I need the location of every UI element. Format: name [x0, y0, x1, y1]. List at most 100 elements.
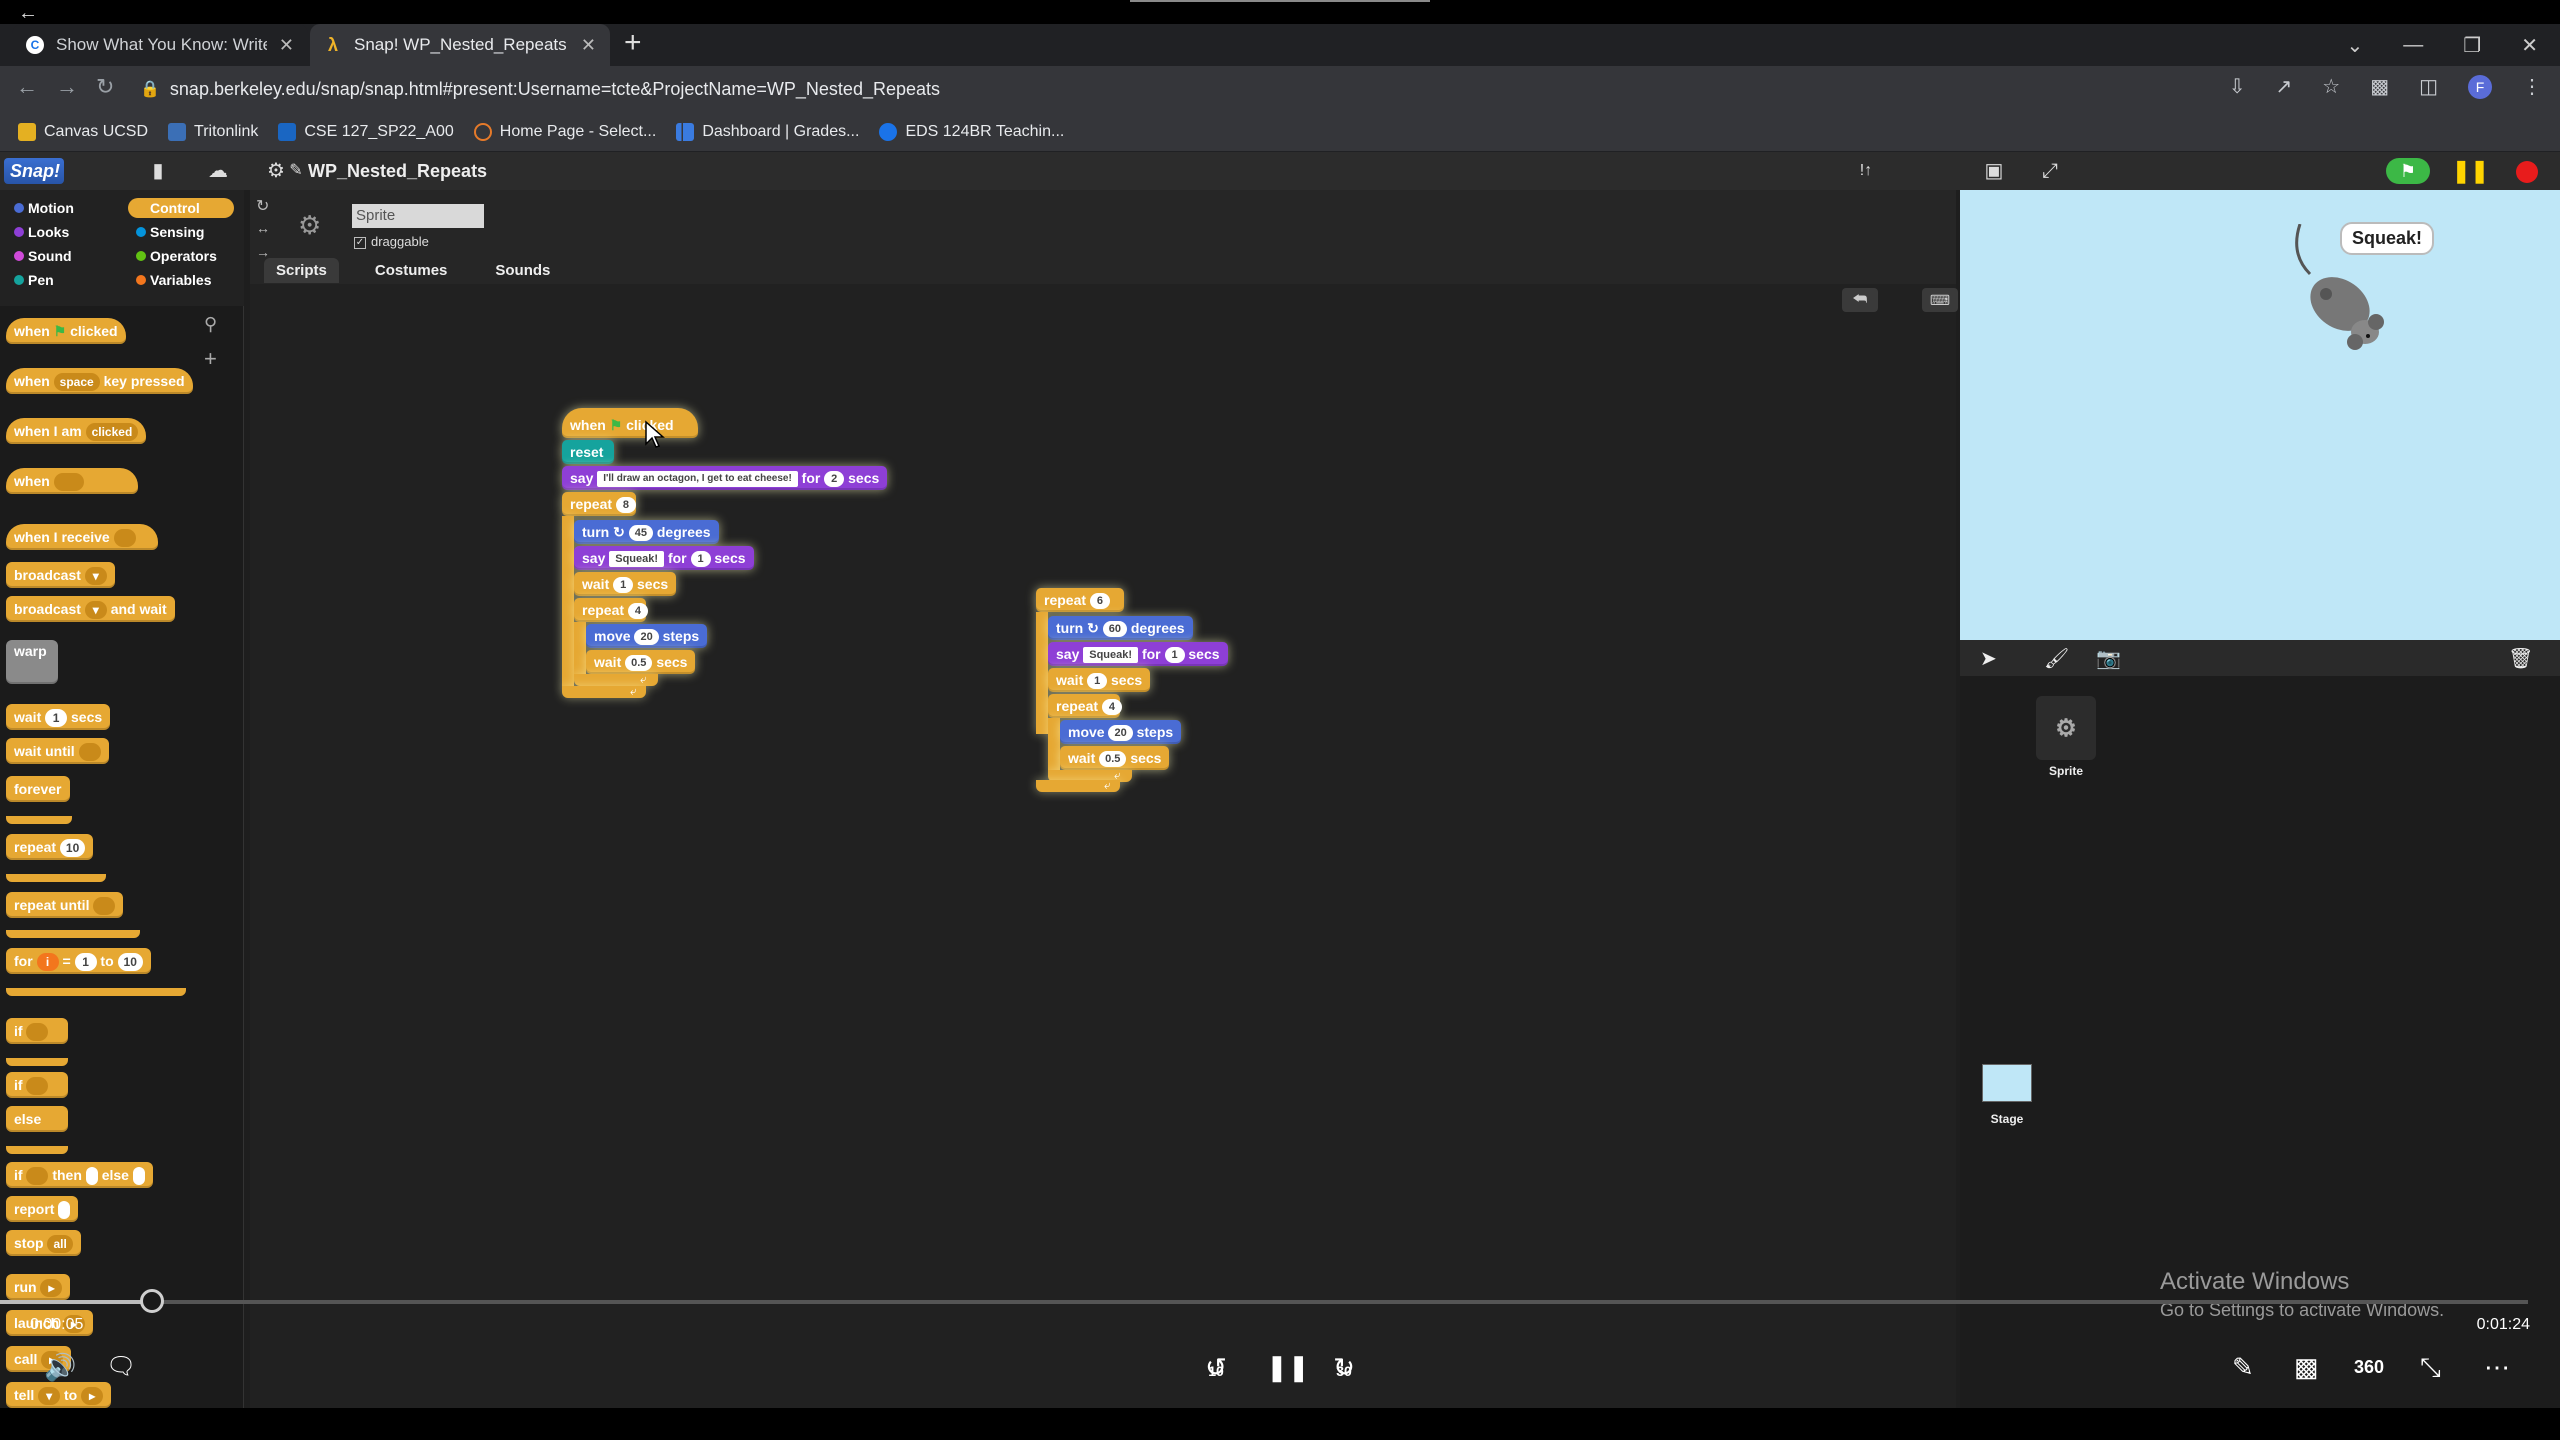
- palette-warp[interactable]: warp: [6, 640, 58, 684]
- reload-icon[interactable]: ↻: [96, 74, 114, 100]
- video-progress-bar[interactable]: [0, 1289, 2528, 1313]
- turtle-arrow-icon[interactable]: ➤: [1980, 646, 1997, 671]
- share-icon[interactable]: ↗: [2275, 74, 2292, 99]
- url-field[interactable]: 🔒 snap.berkeley.edu/snap/snap.html#prese…: [140, 72, 2240, 106]
- close-tab-icon[interactable]: ✕: [279, 35, 294, 56]
- search-blocks-icon[interactable]: ⚲: [204, 314, 217, 335]
- palette-run[interactable]: run ▸: [6, 1274, 71, 1300]
- say-squeak-block-2[interactable]: say Squeak! for 1 secs: [1048, 642, 1228, 666]
- snap-logo[interactable]: Snap!: [4, 158, 64, 184]
- wait-0-5-secs-block[interactable]: wait 0.5 secs: [586, 650, 696, 674]
- wait-1-secs-block-2[interactable]: wait 1 secs: [1048, 668, 1151, 692]
- tab-sounds[interactable]: Sounds: [483, 258, 562, 283]
- when-flag-clicked-block[interactable]: when ⚑ clicked: [562, 408, 698, 438]
- repeat-4-block[interactable]: repeat 4: [574, 598, 648, 622]
- sprite-name-field[interactable]: Sprite: [352, 204, 484, 228]
- palette-if[interactable]: if: [6, 1018, 68, 1044]
- say-squeak-block[interactable]: say Squeak! for 1 secs: [574, 546, 754, 570]
- back-icon[interactable]: ←: [16, 74, 38, 100]
- draggable-checkbox[interactable]: ✓ draggable: [354, 234, 429, 249]
- close-tab-icon[interactable]: ✕: [581, 35, 596, 56]
- palette-tell[interactable]: tell ▾ to ▸: [6, 1382, 112, 1408]
- reset-block[interactable]: reset: [562, 440, 614, 464]
- bookmark-canvas[interactable]: Canvas UCSD: [18, 122, 148, 141]
- trash-icon[interactable]: 🗑: [2508, 646, 2533, 671]
- mouse-sprite-icon[interactable]: [2280, 224, 2390, 354]
- palette-broadcast[interactable]: broadcast ▾: [6, 562, 115, 588]
- forward-button[interactable]: ↻ 30: [1326, 1352, 1362, 1386]
- pause-button[interactable]: ❚❚: [2452, 158, 2489, 184]
- say-for-secs-block[interactable]: say I'll draw an octagon, I get to eat c…: [562, 466, 888, 490]
- wait-1-secs-block[interactable]: wait 1 secs: [574, 572, 677, 596]
- bookmark-eds124br[interactable]: EDS 124BR Teachin...: [879, 122, 1064, 141]
- repeat-6-block[interactable]: repeat 6: [1036, 588, 1124, 612]
- pen-annotate-icon[interactable]: ✎: [2232, 1352, 2254, 1382]
- stage-thumbnail[interactable]: Stage: [1972, 1064, 2042, 1126]
- bookmark-tritonlink[interactable]: Tritonlink: [168, 122, 258, 141]
- 360-view-icon[interactable]: 360: [2354, 1352, 2384, 1382]
- bookmark-star-icon[interactable]: ☆: [2322, 74, 2340, 99]
- sidepanel-icon[interactable]: ◫: [2419, 74, 2438, 99]
- exit-fullscreen-icon[interactable]: ⤡: [2420, 1352, 2441, 1382]
- stop-button[interactable]: [2516, 161, 2538, 183]
- palette-when-flag-clicked[interactable]: when ⚑ clicked: [6, 318, 126, 344]
- pause-video-icon[interactable]: ❚❚: [1266, 1352, 1310, 1382]
- restore-icon[interactable]: ❐: [2463, 33, 2481, 58]
- palette-wait-secs[interactable]: wait 1 secs: [6, 704, 111, 730]
- category-control[interactable]: Control: [128, 198, 234, 218]
- palette-wait-until[interactable]: wait until: [6, 738, 109, 764]
- extensions-icon[interactable]: ▩: [2370, 74, 2389, 99]
- category-variables[interactable]: Variables: [128, 270, 234, 290]
- tab-show-what-you-know[interactable]: C Show What You Know: Write and ✕: [12, 24, 308, 66]
- wait-0-5-secs-block-2[interactable]: wait 0.5 secs: [1060, 746, 1170, 770]
- category-motion[interactable]: Motion: [6, 198, 112, 218]
- close-window-icon[interactable]: ✕: [2521, 33, 2538, 58]
- palette-for-loop[interactable]: for i = 1 to 10: [6, 948, 151, 974]
- minimize-icon[interactable]: —: [2403, 34, 2423, 57]
- category-sound[interactable]: Sound: [6, 246, 112, 266]
- turn-block[interactable]: turn ↻ 45 degrees: [574, 520, 719, 544]
- install-icon[interactable]: ⇩: [2229, 74, 2246, 99]
- palette-repeat-until[interactable]: repeat until: [6, 892, 124, 918]
- palette-broadcast-and-wait[interactable]: broadcast ▾ and wait: [6, 596, 175, 622]
- turbo-mode-icon[interactable]: !↑: [1852, 158, 1880, 184]
- cloud-icon[interactable]: ☁: [204, 158, 232, 184]
- category-pen[interactable]: Pen: [6, 270, 112, 290]
- green-flag-button[interactable]: ⚑: [2386, 158, 2430, 184]
- palette-stop[interactable]: stop all: [6, 1230, 81, 1256]
- bookmark-cse127[interactable]: CSE 127_SP22_A00: [278, 122, 454, 141]
- tab-costumes[interactable]: Costumes: [363, 258, 460, 283]
- bookmark-dashboard[interactable]: Dashboard | Grades...: [676, 122, 859, 141]
- normal-stage-icon[interactable]: ▣: [1980, 158, 2008, 184]
- palette-report[interactable]: report: [6, 1196, 79, 1222]
- captions-icon[interactable]: 🗨: [106, 1352, 136, 1382]
- palette-when-condition[interactable]: when: [6, 468, 138, 494]
- turn-60-block[interactable]: turn ↻ 60 degrees: [1048, 616, 1193, 640]
- bookmark-home-page[interactable]: Home Page - Select...: [473, 122, 656, 141]
- repeat-8-block[interactable]: repeat 8: [562, 492, 636, 516]
- scripts-area[interactable]: ⮪ ⌨ when ⚑ clicked reset say I'll draw a…: [250, 284, 1958, 1408]
- repeat-4-block-2[interactable]: repeat 4: [1048, 694, 1122, 718]
- profile-avatar[interactable]: F: [2468, 74, 2492, 99]
- rotation-leftright-icon[interactable]: ↔: [256, 220, 270, 236]
- tab-scripts[interactable]: Scripts: [264, 258, 339, 283]
- palette-when-i-am[interactable]: when I am clicked: [6, 418, 147, 444]
- category-operators[interactable]: Operators: [128, 246, 234, 266]
- make-block-icon[interactable]: +: [204, 346, 217, 372]
- stage[interactable]: Squeak!: [1960, 190, 2560, 640]
- category-looks[interactable]: Looks: [6, 222, 112, 242]
- volume-icon[interactable]: 🔊: [44, 1352, 76, 1382]
- palette-if-then-else-reporter[interactable]: if then else: [6, 1162, 153, 1188]
- camera-icon[interactable]: 📷: [2096, 646, 2121, 671]
- move-steps-block-2[interactable]: move 20 steps: [1060, 720, 1182, 744]
- back-arrow-icon[interactable]: ←: [18, 3, 38, 23]
- forward-icon[interactable]: →: [56, 74, 78, 100]
- palette-if-else[interactable]: if: [6, 1072, 68, 1098]
- palette-when-i-receive[interactable]: when I receive: [6, 524, 158, 550]
- rotation-free-icon[interactable]: ↻: [256, 196, 269, 216]
- more-options-icon[interactable]: ⋯: [2484, 1352, 2510, 1382]
- paintbrush-icon[interactable]: 🖌: [2044, 646, 2069, 671]
- file-icon[interactable]: ▮: [144, 158, 172, 184]
- new-tab-icon[interactable]: +: [624, 28, 642, 58]
- tab-snap[interactable]: λ Snap! WP_Nested_Repeats ✕: [310, 24, 610, 66]
